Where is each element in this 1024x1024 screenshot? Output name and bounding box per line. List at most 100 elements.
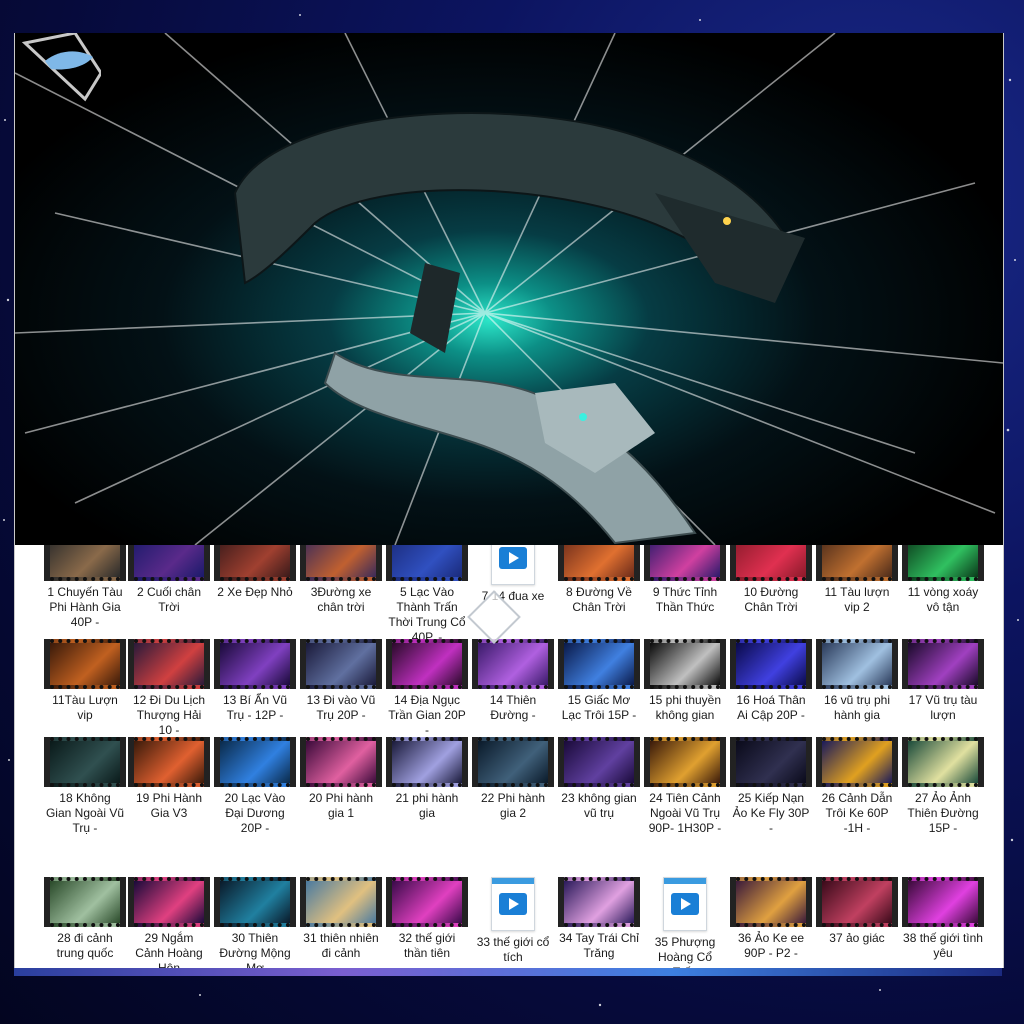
video-thumbnail xyxy=(300,877,382,927)
file-name-label: 13 Bí Ẩn Vũ Trụ - 12P - xyxy=(222,693,288,722)
video-thumbnail xyxy=(386,737,468,787)
file-item[interactable]: 18 Không Gian Ngoài Vũ Trụ - xyxy=(43,737,127,836)
file-name-label: 15 phi thuyền không gian xyxy=(648,693,722,722)
file-item[interactable]: 32 thế giới thần tiên xyxy=(385,877,469,961)
file-item[interactable]: 36 Ảo Ke ee 90P - P2 - xyxy=(729,877,813,961)
file-item[interactable]: 16 vũ trụ phi hành gia xyxy=(815,639,899,723)
video-file-icon xyxy=(663,877,707,931)
video-thumbnail xyxy=(386,639,468,689)
file-item[interactable]: 12 Đi Du Lịch Thượng Hải 10 - xyxy=(127,639,211,738)
video-thumbnail xyxy=(816,737,898,787)
video-preview xyxy=(15,33,1003,545)
video-thumbnail xyxy=(644,545,726,581)
file-name-label: 13 Đi vào Vũ Trụ 20P - xyxy=(306,693,376,722)
file-item[interactable]: 37 ảo giác xyxy=(815,877,899,946)
file-item[interactable]: 14 Địa Ngục Trần Gian 20P - xyxy=(385,639,469,738)
video-thumbnail xyxy=(300,639,382,689)
file-item[interactable]: 23 không gian vũ trụ xyxy=(557,737,641,821)
video-thumbnail xyxy=(816,639,898,689)
video-thumbnail xyxy=(44,545,126,581)
file-item[interactable]: 19 Phi Hành Gia V3 xyxy=(127,737,211,821)
file-name-label: 18 Không Gian Ngoài Vũ Trụ - xyxy=(45,791,125,835)
file-item[interactable]: 2 Xe Đẹp Nhỏ xyxy=(213,545,297,600)
video-thumbnail xyxy=(730,545,812,581)
file-name-label: 34 Tay Trái Chỉ Trăng xyxy=(559,931,639,960)
file-item[interactable]: 24 Tiên Cảnh Ngoài Vũ Trụ 90P- 1H30P - xyxy=(643,737,727,836)
file-item[interactable]: 16 Hoá Thân Ai Cập 20P - xyxy=(729,639,813,723)
file-name-label: 5 Lạc Vào Thành Trấn Thời Trung Cổ 40P. … xyxy=(388,585,466,644)
file-name-label: 3Đường xe chân trời xyxy=(310,585,372,614)
file-item[interactable]: 11 Tàu lượn vip 2 xyxy=(815,545,899,615)
video-thumbnail xyxy=(300,737,382,787)
file-item[interactable]: 11 vòng xoáy vô tận xyxy=(901,545,985,615)
file-name-label: 26 Cảnh Dẫn Trôi Ke 60P -1H - xyxy=(821,791,893,835)
file-item[interactable]: 7 14 đua xe xyxy=(471,545,555,604)
file-item[interactable]: 11Tàu Lượn vip xyxy=(43,639,127,723)
video-thumbnail xyxy=(214,545,296,581)
video-thumbnail xyxy=(472,639,554,689)
file-item[interactable]: 15 Giấc Mơ Lạc Trôi 15P - xyxy=(557,639,641,723)
silver-dragon-body xyxy=(323,351,697,545)
file-name-label: 1 Chuyến Tàu Phi Hành Gia 40P - xyxy=(47,585,123,629)
video-thumbnail xyxy=(644,639,726,689)
video-thumbnail xyxy=(386,545,468,581)
file-item[interactable]: 35 Phượng Hoàng Cổ Trấn xyxy=(643,877,727,968)
video-thumbnail xyxy=(558,639,640,689)
video-thumbnail xyxy=(902,639,984,689)
video-thumbnail xyxy=(730,737,812,787)
video-file-icon xyxy=(491,877,535,931)
whale-logo xyxy=(21,33,101,102)
file-item[interactable]: 1 Chuyến Tàu Phi Hành Gia 40P - xyxy=(43,545,127,630)
file-name-label: 20 Lạc Vào Đại Dương 20P - xyxy=(224,791,286,835)
video-thumbnail xyxy=(214,877,296,927)
video-thumbnail xyxy=(816,545,898,581)
file-item[interactable]: 14 Thiên Đường - xyxy=(471,639,555,723)
video-thumbnail xyxy=(730,639,812,689)
file-item[interactable]: 21 phi hành gia xyxy=(385,737,469,821)
file-name-label: 36 Ảo Ke ee 90P - P2 - xyxy=(737,931,805,960)
file-name-label: 15 Giấc Mơ Lạc Trôi 15P - xyxy=(561,693,637,722)
file-item[interactable]: 34 Tay Trái Chỉ Trăng xyxy=(557,877,641,961)
video-thumbnail xyxy=(644,737,726,787)
file-item[interactable]: 15 phi thuyền không gian xyxy=(643,639,727,723)
video-thumbnail xyxy=(128,639,210,689)
file-item[interactable]: 22 Phi hành gia 2 xyxy=(471,737,555,821)
file-item[interactable]: 28 đi cảnh trung quốc xyxy=(43,877,127,961)
file-name-label: 22 Phi hành gia 2 xyxy=(480,791,546,820)
file-item[interactable]: 10 Đường Chân Trời xyxy=(729,545,813,615)
file-item[interactable]: 17 Vũ trụ tàu lượn xyxy=(901,639,985,723)
video-thumbnail xyxy=(44,737,126,787)
file-name-label: 33 thế giới cổ tích xyxy=(476,935,550,964)
file-item[interactable]: 38 thế giới tình yêu xyxy=(901,877,985,961)
file-item[interactable]: 5 Lạc Vào Thành Trấn Thời Trung Cổ 40P. … xyxy=(385,545,469,645)
file-item[interactable]: 9 Thức Tỉnh Thần Thức xyxy=(643,545,727,615)
file-name-label: 11 vòng xoáy vô tận xyxy=(907,585,979,614)
video-thumbnail xyxy=(44,639,126,689)
file-item[interactable]: 31 thiên nhiên đi cảnh xyxy=(299,877,383,961)
file-item[interactable]: 13 Bí Ẩn Vũ Trụ - 12P - xyxy=(213,639,297,723)
video-thumbnail xyxy=(44,877,126,927)
video-thumbnail xyxy=(902,737,984,787)
file-item[interactable]: 20 Phi hành gia 1 xyxy=(299,737,383,821)
video-file-icon xyxy=(491,545,535,585)
file-name-label: 20 Phi hành gia 1 xyxy=(308,791,374,820)
video-thumbnail xyxy=(214,737,296,787)
file-name-label: 25 Kiếp Nạn Ảo Ke Fly 30P - xyxy=(732,791,810,835)
file-item[interactable]: 13 Đi vào Vũ Trụ 20P - xyxy=(299,639,383,723)
file-name-label: 10 Đường Chân Trời xyxy=(743,585,799,614)
file-item[interactable]: 30 Thiên Đường Mộng Mơ xyxy=(213,877,297,968)
file-item[interactable]: 29 Ngắm Cảnh Hoàng Hôn xyxy=(127,877,211,968)
file-item[interactable]: 27 Ảo Ảnh Thiên Đường 15P - xyxy=(901,737,985,836)
file-item[interactable]: 20 Lạc Vào Đại Dương 20P - xyxy=(213,737,297,836)
file-name-label: 29 Ngắm Cảnh Hoàng Hôn xyxy=(135,931,203,968)
file-item[interactable]: 2 Cuối chân Trời xyxy=(127,545,211,615)
file-item[interactable]: 33 thế giới cổ tích xyxy=(471,877,555,965)
bottom-strip xyxy=(14,968,1002,976)
file-item[interactable]: 8 Đường Về Chân Trời xyxy=(557,545,641,615)
video-thumbnail xyxy=(558,877,640,927)
file-item[interactable]: 25 Kiếp Nạn Ảo Ke Fly 30P - xyxy=(729,737,813,836)
file-item[interactable]: 3Đường xe chân trời xyxy=(299,545,383,615)
file-item[interactable]: 26 Cảnh Dẫn Trôi Ke 60P -1H - xyxy=(815,737,899,836)
file-name-label: 23 không gian vũ trụ xyxy=(561,791,637,820)
video-thumbnail xyxy=(214,639,296,689)
